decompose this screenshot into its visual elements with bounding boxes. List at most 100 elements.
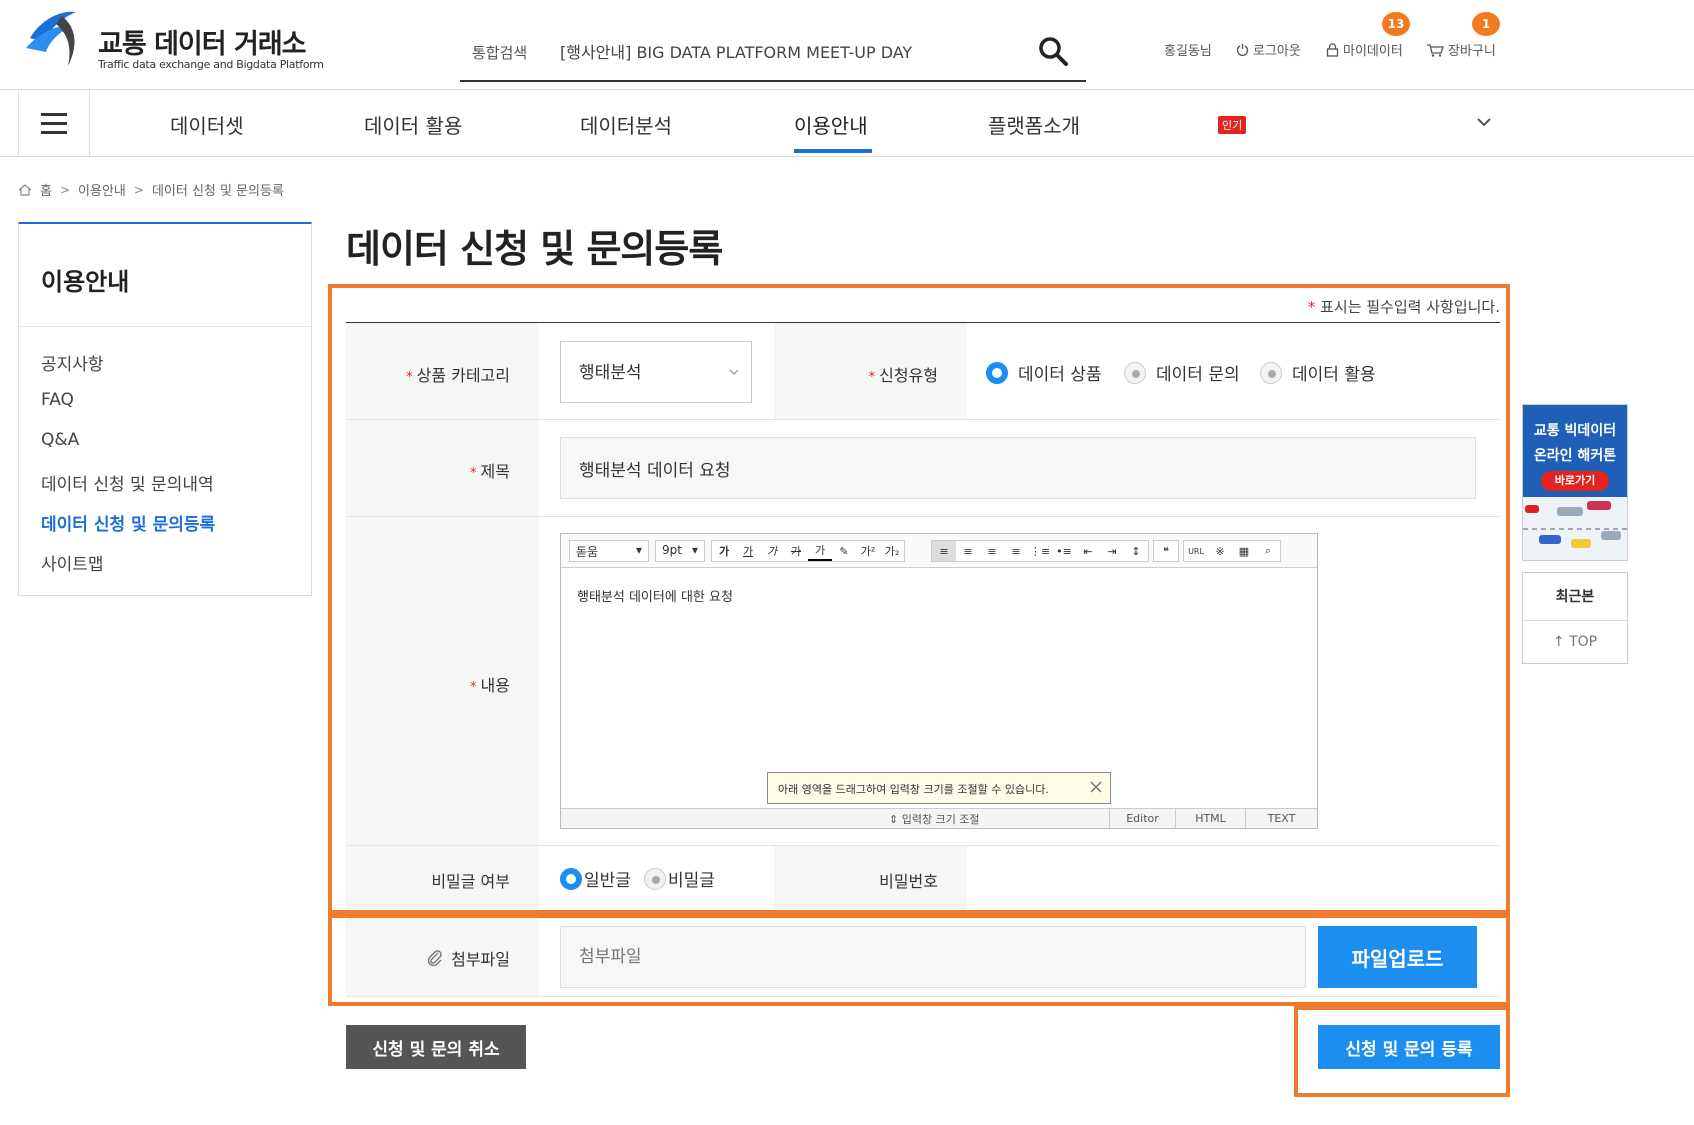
home-icon [18,183,32,196]
editor-toolbar: 돋움 ▾ 9pt ▾ 가 가 가 가 가 ✎ 가² 가₂ ≡ ≡ ≡ ≡ ⋮≡ … [561,534,1317,568]
radio-public[interactable]: 일반글 [560,866,631,891]
radio-data-product[interactable]: 데이터 상품 [986,360,1102,385]
chevron-down-icon[interactable] [1474,114,1494,130]
breadcrumb-guide[interactable]: 이용안내 [78,180,126,199]
site-logo[interactable]: 교통 데이터 거래소 Traffic data exchange and Big… [22,8,342,71]
mydata-link[interactable]: 마이데이터 [1326,40,1403,59]
bold-icon[interactable]: 가 [712,541,736,561]
strikethrough-icon[interactable]: 가 [784,541,808,561]
label-cell [774,846,967,910]
category-label: * 상품 카테고리 [406,366,510,385]
mydata-count-badge: 13 [1382,12,1410,36]
quote-group: ❝ [1153,540,1179,562]
hackathon-banner[interactable]: 교통 빅데이터 온라인 해커톤 바로가기 [1522,404,1628,561]
radio-secret[interactable]: 비밀글 [644,866,715,891]
chevron-down-icon [729,369,739,375]
main-navigation: 데이터셋 데이터 활용 데이터분석 이용안내 플랫폼소개 인기 [0,90,1694,157]
font-color-icon[interactable]: 가 [808,541,832,561]
resize-tooltip: 아래 영역을 드래그하여 입력창 크기를 조절할 수 있습니다. [767,772,1111,804]
menu-icon[interactable] [18,90,90,156]
align-group: ≡ ≡ ≡ ≡ ⋮≡ •≡ ⇤ ⇥ ↕ [931,540,1149,562]
row-divider [346,516,1500,517]
link-icon[interactable]: URL [1184,541,1208,561]
logo-subtitle: Traffic data exchange and Bigdata Platfo… [98,58,324,71]
indent-icon[interactable]: ⇥ [1100,541,1124,561]
nav-data-use[interactable]: 데이터 활용 [364,110,462,139]
sidebar-item-faq[interactable]: FAQ [41,390,74,410]
sidebar-item-request-register[interactable]: 데이터 신청 및 문의등록 [41,510,215,535]
secret-label: 비밀글 여부 [431,872,510,891]
unordered-list-icon[interactable]: •≡ [1052,541,1076,561]
nav-guide[interactable]: 이용안내 [794,110,868,139]
breadcrumb-current: 데이터 신청 및 문의등록 [151,184,284,199]
global-search: 통합검색 [460,24,1086,82]
highlight-color-icon[interactable]: ✎ [832,541,856,561]
power-icon [1236,44,1249,56]
radio-data-inquiry[interactable]: 데이터 문의 [1124,360,1240,385]
sidebar-item-sitemap[interactable]: 사이트맵 [41,550,104,575]
underline-icon[interactable]: 가 [736,541,760,561]
align-center-icon[interactable]: ≡ [956,541,980,561]
row-divider [346,996,1500,997]
nav-platform[interactable]: 플랫폼소개 [988,110,1080,139]
recent-viewed-button[interactable]: 최근본 [1523,573,1627,621]
sidebar-item-request-history[interactable]: 데이터 신청 및 문의내역 [41,470,214,495]
table-icon[interactable]: ▦ [1232,541,1256,561]
sidebar-item-notice[interactable]: 공지사항 [41,350,104,375]
sidebar-title: 이용안내 [41,268,130,296]
scroll-top-button[interactable]: ↑ TOP [1523,621,1627,663]
radio-data-use[interactable]: 데이터 활용 [1260,360,1376,385]
attachment-input[interactable] [560,926,1306,988]
align-right-icon[interactable]: ≡ [980,541,1004,561]
cart-icon [1427,43,1444,57]
rich-text-editor: 돋움 ▾ 9pt ▾ 가 가 가 가 가 ✎ 가² 가₂ ≡ ≡ ≡ ≡ ⋮≡ … [560,533,1318,829]
align-left-icon[interactable]: ≡ [932,541,956,561]
ordered-list-icon[interactable]: ⋮≡ [1028,541,1052,561]
text-style-group: 가 가 가 가 가 ✎ 가² 가₂ [711,540,905,562]
breadcrumb-home[interactable]: 홈 [40,180,52,199]
page-title: 데이터 신청 및 문의등록 [346,227,723,271]
nav-dataset[interactable]: 데이터셋 [170,110,244,139]
subscript-icon[interactable]: 가₂ [880,541,904,561]
attach-label: 첨부파일 [427,946,510,970]
user-name[interactable]: 홍길동님 [1164,40,1212,59]
font-family-select[interactable]: 돋움 ▾ [569,540,649,562]
file-upload-button[interactable]: 파일업로드 [1318,926,1477,988]
hot-badge: 인기 [1218,116,1247,134]
outdent-icon[interactable]: ⇤ [1076,541,1100,561]
italic-icon[interactable]: 가 [760,541,784,561]
line-height-icon[interactable]: ↕ [1124,541,1148,561]
search-label: 통합검색 [472,44,528,62]
nav-active-indicator [794,149,872,153]
superscript-icon[interactable]: 가² [856,541,880,561]
nav-data-analysis[interactable]: 데이터분석 [580,110,672,139]
search-input[interactable] [560,36,1000,66]
content-label: * 내용 [470,676,510,695]
editor-footer: ⇕ 입력창 크기 조절 Editor HTML TEXT [561,808,1317,828]
logout-link[interactable]: 로그아웃 [1236,40,1301,59]
tab-editor[interactable]: Editor [1109,809,1175,828]
password-label: 비밀번호 [879,872,938,891]
resize-handle[interactable]: ⇕ 입력창 크기 조절 [889,811,980,827]
search-icon[interactable] [1036,34,1070,68]
tab-text[interactable]: TEXT [1245,809,1317,828]
tab-html[interactable]: HTML [1175,809,1245,828]
required-note: * 표시는 필수입력 사항입니다. [1307,298,1500,316]
font-size-select[interactable]: 9pt ▾ [655,540,705,562]
cancel-button[interactable]: 신청 및 문의 취소 [346,1025,526,1069]
title-input[interactable] [560,437,1476,499]
editor-content[interactable]: 행태분석 데이터에 대한 요청 [577,586,733,605]
label-cell [346,517,539,845]
banner-go-button[interactable]: 바로가기 [1541,471,1609,491]
special-char-icon[interactable]: ※ [1208,541,1232,561]
submit-button[interactable]: 신청 및 문의 등록 [1318,1025,1500,1069]
sidebar: 이용안내 공지사항 FAQ Q&A 데이터 신청 및 문의내역 데이터 신청 및… [18,222,312,596]
close-icon[interactable] [1088,779,1104,795]
quote-icon[interactable]: ❝ [1154,541,1178,561]
find-icon[interactable]: ⌕ [1256,541,1280,561]
category-select[interactable]: 행태분석 [560,341,752,403]
align-justify-icon[interactable]: ≡ [1004,541,1028,561]
sidebar-item-qna[interactable]: Q&A [41,430,79,450]
cart-link[interactable]: 장바구니 [1426,40,1496,59]
title-label: * 제목 [470,462,510,481]
